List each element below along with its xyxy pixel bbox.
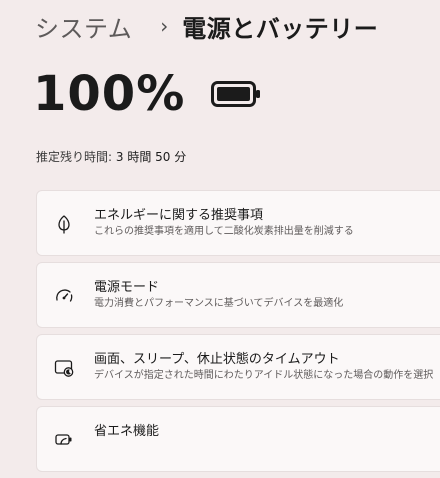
remaining-label: 推定残り時間: (36, 150, 113, 164)
breadcrumb: システム › 電源とバッテリー (35, 8, 378, 44)
card-energy-saver[interactable]: 省エネ機能 (36, 406, 440, 472)
card-title: 画面、スリープ、休止状態のタイムアウト (94, 352, 340, 367)
estimated-remaining-time: 推定残り時間: 3 時間 50 分 (36, 148, 186, 165)
leaf-icon (53, 213, 75, 235)
battery-percent: 100% (33, 66, 186, 122)
card-title: 電源モード (94, 280, 160, 295)
card-description: デバイスが指定された時間にわたりアイドル状態になった場合の動作を選択 (94, 370, 434, 381)
card-title: エネルギーに関する推奨事項 (94, 208, 264, 223)
remaining-value: 3 時間 50 分 (115, 150, 187, 164)
page-title: 電源とバッテリー (182, 14, 379, 43)
settings-list: エネルギーに関する推奨事項 これらの推奨事項を適用して二酸化炭素排出量を削減する… (36, 190, 440, 478)
battery-full-icon (211, 81, 261, 107)
card-power-mode[interactable]: 電源モード 電力消費とパフォーマンスに基づいてデバイスを最適化 (36, 262, 440, 328)
power-mode-icon (53, 285, 75, 307)
card-energy-recommendations[interactable]: エネルギーに関する推奨事項 これらの推奨事項を適用して二酸化炭素排出量を削減する (36, 190, 440, 256)
card-screen-sleep-timeouts[interactable]: 画面、スリープ、休止状態のタイムアウト デバイスが指定された時間にわたりアイドル… (36, 334, 440, 400)
card-description: これらの推奨事項を適用して二酸化炭素排出量を削減する (94, 226, 354, 237)
card-title: 省エネ機能 (94, 424, 160, 439)
battery-status: 100% (33, 70, 261, 118)
card-description: 電力消費とパフォーマンスに基づいてデバイスを最適化 (94, 298, 344, 309)
breadcrumb-parent-system[interactable]: システム (35, 9, 132, 44)
breadcrumb-separator: › (160, 14, 169, 38)
screen-sleep-icon (53, 357, 75, 379)
energy-saver-icon (53, 429, 75, 451)
